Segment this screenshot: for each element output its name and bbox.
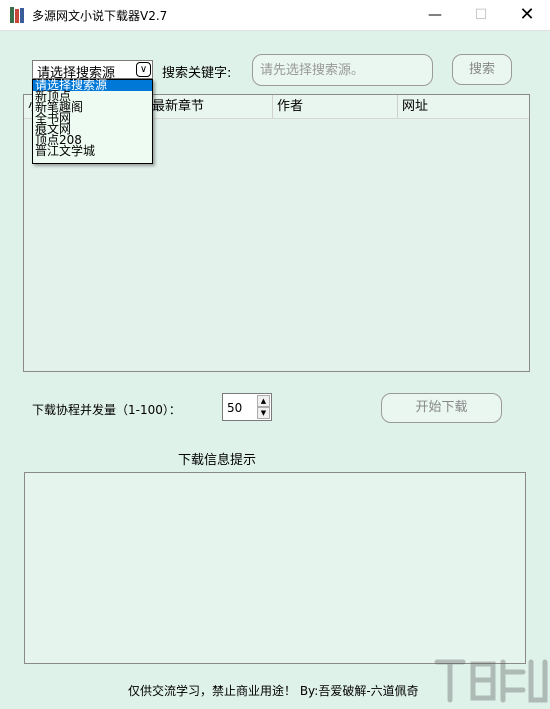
download-info-textarea[interactable] [24, 472, 526, 664]
title-bar: 多源网文小说下载器V2.7 — ☐ ✕ [0, 0, 550, 31]
info-label: 下载信息提示 [178, 453, 257, 468]
column-header-latest-chapter[interactable]: 最新章节 [148, 95, 273, 118]
search-source-select[interactable]: 请选择搜索源 ∨ [32, 60, 153, 81]
close-button[interactable]: ✕ [504, 0, 550, 30]
keyword-input[interactable] [252, 54, 433, 86]
footer-disclaimer: 仅供交流学习，禁止商业用途！ By:吾爱破解-六道佩奇 [128, 684, 419, 698]
start-download-button[interactable]: 开始下载 [381, 393, 502, 423]
search-source-dropdown: 请选择搜索源 新顶点 新笔趣阁 全书网 痕文网 顶点208 晋江文学城 [32, 79, 153, 164]
app-books-icon [10, 7, 24, 23]
concurrency-label: 下载协程并发量（1-100）： [32, 403, 181, 417]
maximize-button[interactable]: ☐ [458, 0, 504, 30]
column-header-author[interactable]: 作者 [273, 95, 398, 118]
minimize-button[interactable]: — [412, 0, 458, 30]
increment-arrow-icon[interactable]: ▲ [257, 395, 270, 407]
keyword-label: 搜索关键字: [162, 66, 232, 81]
decrement-arrow-icon[interactable]: ▼ [257, 407, 270, 419]
window-title: 多源网文小说下载器V2.7 [32, 9, 168, 23]
chevron-down-icon[interactable]: ∨ [136, 62, 151, 77]
concurrency-value[interactable]: 50 [227, 401, 242, 415]
column-header-url[interactable]: 网址 [398, 95, 529, 118]
watermark-logo-icon [434, 659, 548, 703]
dropdown-option[interactable]: 晋江文学城 [33, 145, 152, 157]
concurrency-stepper[interactable]: 50 ▲ ▼ [222, 393, 272, 421]
search-button[interactable]: 搜索 [452, 54, 512, 85]
